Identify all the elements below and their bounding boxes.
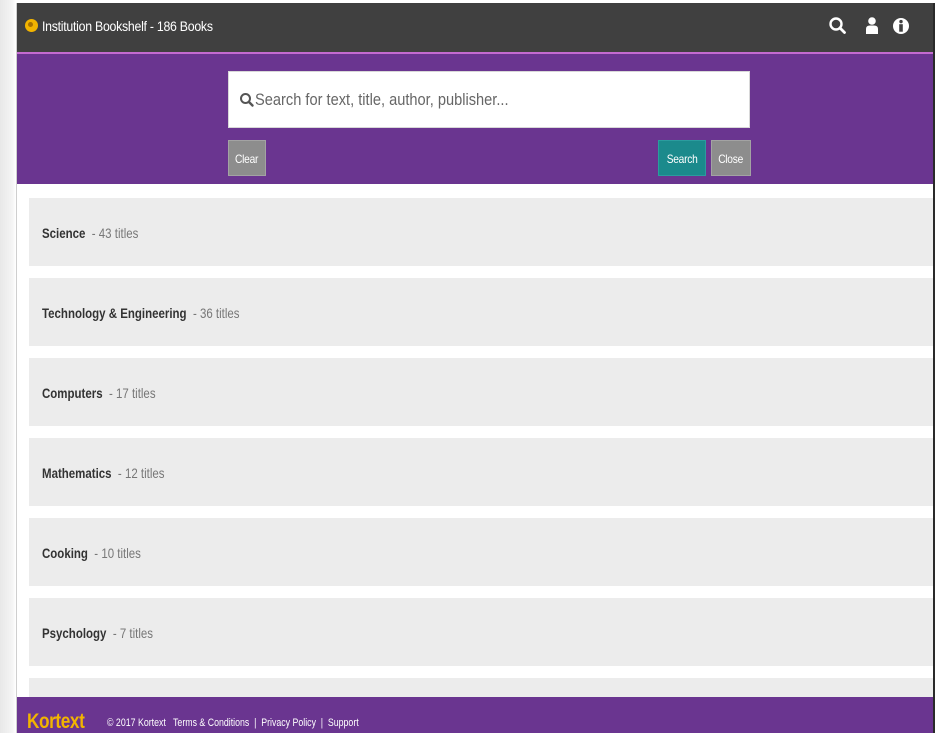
category-label: Mathematics - 12 titles: [42, 465, 165, 481]
category-name: Mathematics: [42, 465, 112, 481]
category-name: Cooking: [42, 545, 88, 561]
footer-separator: |: [254, 717, 257, 729]
user-icon[interactable]: [862, 16, 882, 36]
category-count: - 36 titles: [192, 305, 240, 321]
support-link[interactable]: Support: [328, 717, 359, 729]
category-name: Science: [42, 225, 86, 241]
category-count: - 7 titles: [112, 625, 154, 641]
footer-separator: |: [320, 717, 324, 729]
terms-link[interactable]: Terms & Conditions: [173, 717, 249, 729]
search-icon[interactable]: [828, 16, 848, 36]
category-name: Technology & Engineering: [42, 305, 187, 321]
app-window: Institution Bookshelf - 186 Books Search…: [16, 3, 935, 733]
footer: Kortext © 2017 Kortext Terms & Condition…: [17, 697, 933, 733]
category-item-science[interactable]: Science - 43 titles: [29, 198, 933, 266]
search-button[interactable]: Search: [658, 140, 706, 176]
page-title: Institution Bookshelf - 186 Books: [42, 18, 213, 34]
category-item-cooking[interactable]: Cooking - 10 titles: [29, 518, 933, 586]
clear-button-label: Clear: [235, 152, 259, 166]
top-bar: Institution Bookshelf - 186 Books: [17, 3, 933, 54]
clear-button[interactable]: Clear: [228, 140, 266, 176]
kortext-logo-icon: [25, 19, 38, 32]
search-input[interactable]: [255, 86, 668, 114]
category-item-computers[interactable]: Computers - 17 titles: [29, 358, 933, 426]
category-name: Computers: [42, 385, 103, 401]
category-label: Computers - 17 titles: [42, 385, 156, 401]
category-item-psychology[interactable]: Psychology - 7 titles: [29, 598, 933, 666]
category-item-mathematics[interactable]: Mathematics - 12 titles: [29, 438, 933, 506]
search-panel: Clear Search Close: [17, 54, 933, 184]
copyright-text: © 2017 Kortext: [107, 717, 166, 729]
category-item-technology-engineering[interactable]: Technology & Engineering - 36 titles: [29, 278, 933, 346]
info-icon[interactable]: [891, 16, 911, 36]
footer-links: © 2017 Kortext Terms & Conditions | Privac…: [107, 717, 359, 729]
category-label: Cooking - 10 titles: [42, 545, 141, 561]
category-label: Psychology - 7 titles: [42, 625, 153, 641]
close-button-label: Close: [718, 152, 744, 166]
privacy-link[interactable]: Privacy Policy: [261, 717, 316, 729]
search-box: [228, 71, 750, 128]
category-label: Technology & Engineering - 36 titles: [42, 305, 240, 321]
footer-brand-logo: Kortext: [27, 710, 85, 733]
category-label: Science - 43 titles: [42, 225, 138, 241]
category-count: - 12 titles: [117, 465, 165, 481]
close-button[interactable]: Close: [711, 140, 751, 176]
search-button-label: Search: [666, 152, 698, 166]
search-field-icon: [239, 92, 255, 108]
category-list: Science - 43 titles Technology & Enginee…: [29, 198, 933, 733]
category-count: - 10 titles: [94, 545, 141, 561]
category-count: - 17 titles: [108, 385, 156, 401]
page-frame: Institution Bookshelf - 186 Books Search…: [0, 0, 936, 733]
category-count: - 43 titles: [91, 225, 139, 241]
category-name: Psychology: [42, 625, 107, 641]
